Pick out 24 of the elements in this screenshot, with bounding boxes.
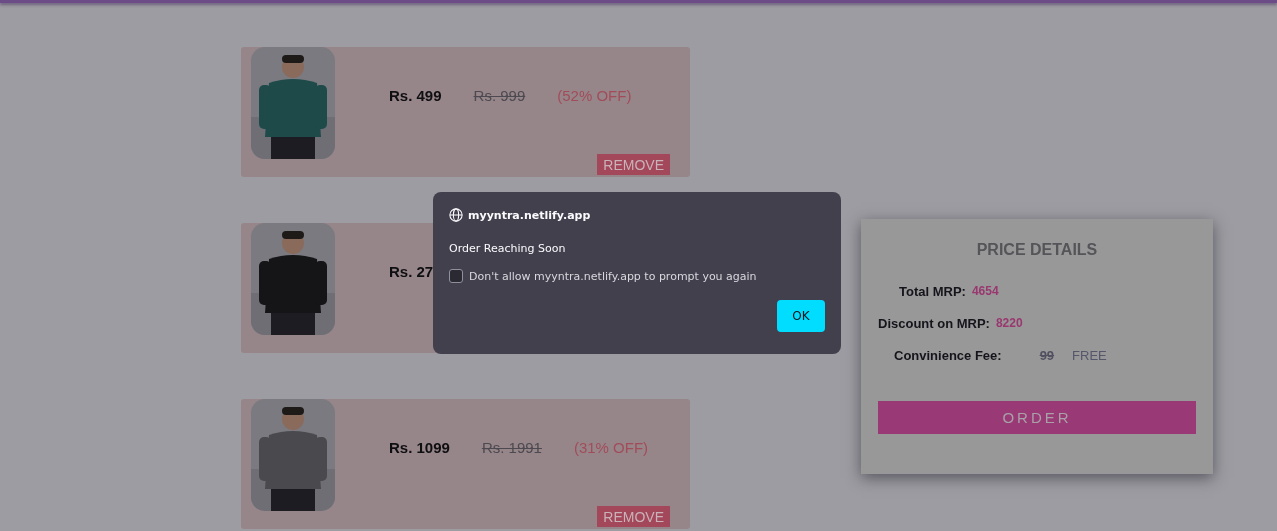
row-value: 8220 [995,316,1023,330]
discount: (31% OFF) [573,438,649,456]
original-price: Rs. 1991 [481,438,542,456]
checkbox[interactable] [449,269,463,283]
panel-title: PRICE DETAILS [976,241,1098,259]
remove-button[interactable]: REMOVE [597,154,670,175]
row-label: Total MRP: [899,283,966,299]
site-name: myyntra.netlify.app [468,208,591,222]
discount: (52% OFF) [557,86,632,104]
price: Rs. 1099 [389,438,450,456]
checkbox-label: Don't allow myyntra.netlify.app to prompt you again [469,269,757,283]
ok-button[interactable]: OK [777,300,825,332]
dialog-message: Order Reaching Soon [449,242,567,255]
globe-icon [449,208,463,222]
row-value: 4654 [971,284,999,298]
old-fee: 99 [1039,347,1055,363]
price: Rs. 27 [389,262,434,280]
order-button[interactable]: ORDER [878,401,1196,434]
fee-value: FREE [1072,347,1107,363]
price: Rs. 499 [389,86,442,104]
remove-button[interactable]: REMOVE [597,506,670,527]
row-label: Convinience Fee: [894,347,1002,363]
original-price: Rs. 999 [473,86,526,104]
row-label: Discount on MRP: [878,315,990,331]
